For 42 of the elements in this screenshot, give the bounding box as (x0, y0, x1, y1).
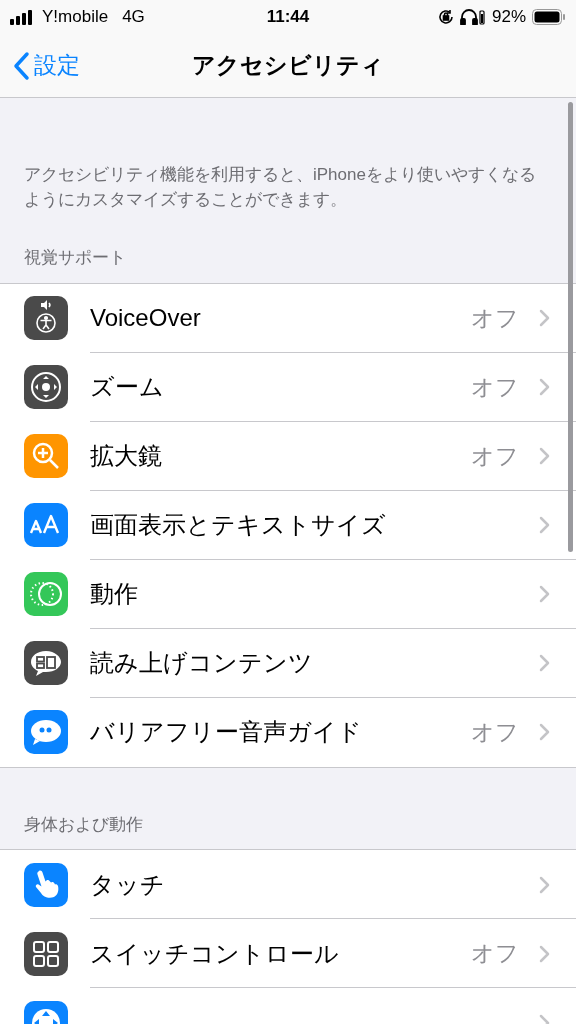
section-header: 視覚サポート (24, 248, 126, 267)
settings-row[interactable]: スイッチコントロール オフ (0, 919, 576, 988)
row-value: オフ (471, 441, 519, 471)
row-value: オフ (471, 939, 519, 969)
carrier-name: Y!mobile (42, 6, 109, 29)
settings-row[interactable]: VoiceOver オフ (0, 283, 576, 353)
settings-row[interactable]: 動作 (0, 559, 576, 629)
battery-percent: 92% (491, 6, 526, 29)
settings-row[interactable]: バリアフリー音声ガイド オフ (0, 697, 576, 767)
row-label: タッチ (90, 869, 166, 900)
row-label: バリアフリー音声ガイド (90, 717, 363, 747)
chevron-right-icon (539, 944, 550, 963)
description-text: アクセシビリティ機能を利用すると、iPhoneをより使いやすくなるようにカスタマイズすることができます。 (24, 164, 537, 211)
headphones-icon (459, 9, 486, 25)
network-type: 4G (122, 6, 145, 29)
row-label: VoiceOver (90, 303, 202, 333)
row-label: 動作 (90, 579, 139, 609)
chevron-right-icon (539, 309, 550, 327)
row-value: オフ (471, 717, 519, 747)
settings-row[interactable]: 読み上げコンテンツ (0, 628, 576, 698)
row-value: オフ (471, 303, 519, 333)
status-time: 11:44 (266, 6, 310, 29)
chevron-right-icon (539, 516, 550, 534)
row-label: 画面表示とテキストサイズ (90, 510, 387, 540)
settings-row[interactable]: タッチ (0, 850, 576, 919)
section-header: 身体および動作 (24, 814, 143, 834)
row-label: 拡大鏡 (90, 441, 163, 471)
chevron-right-icon (539, 378, 550, 396)
rotation-lock-icon (437, 9, 454, 25)
chevron-right-icon (539, 875, 550, 894)
battery-icon (532, 9, 566, 25)
settings-row[interactable]: 画面表示とテキストサイズ (0, 490, 576, 560)
row-label: ズーム (90, 372, 165, 402)
row-value: オフ (471, 372, 519, 402)
chevron-left-icon (12, 50, 30, 81)
chevron-right-icon (539, 585, 550, 603)
chevron-right-icon (539, 723, 550, 741)
row-label: スイッチコントロール (90, 938, 340, 969)
chevron-right-icon (539, 654, 550, 672)
page-title: アクセシビリティ (192, 51, 384, 81)
chevron-right-icon (539, 447, 550, 465)
row-label: 読み上げコンテンツ (90, 648, 314, 678)
